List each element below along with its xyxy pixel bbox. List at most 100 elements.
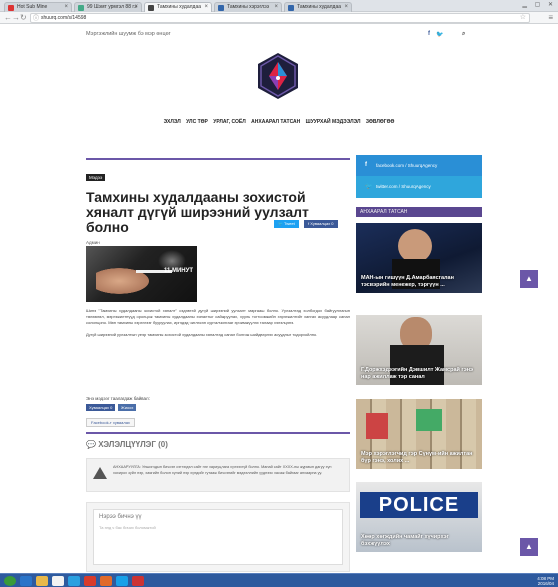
tab-label: Тамхины худалдаа xyxy=(157,4,202,10)
sidebar-card[interactable]: Г.Доржхэдээгийн Дэвшилт Жамсрай гэнэ нар… xyxy=(356,315,482,385)
system-clock[interactable]: 4:08 PM 2016/04 xyxy=(537,576,554,586)
app-icon[interactable] xyxy=(84,576,96,586)
divider xyxy=(86,432,350,434)
sidebar: f facebook.com / ShuurqAgency 🐦 twitter.co… xyxy=(356,155,482,575)
card-title: Мэр хэрэглэгчид гэр Сүнүм-ийн ажилтан бү… xyxy=(361,451,473,464)
app-icon[interactable] xyxy=(132,576,144,586)
nav-breaking[interactable]: ШУУРХАЙ МЭДЭЭЛЭЛ xyxy=(306,119,361,125)
photo-caption: 11 МИНУТ xyxy=(163,268,193,274)
os-taskbar: 4:08 PM 2016/04 xyxy=(0,573,558,587)
tab-favicon-icon xyxy=(8,5,14,11)
tweet-label: Tweet xyxy=(284,221,295,226)
bookmark-star-icon[interactable]: ☆ xyxy=(520,14,526,22)
chrome-icon[interactable] xyxy=(52,576,64,586)
sidebar-card[interactable]: POLICE Хөөр хөгждийн чамайг хүчирхэг бэх… xyxy=(356,482,482,552)
search-icon[interactable]: ⌕ xyxy=(462,31,465,38)
start-icon[interactable] xyxy=(4,576,16,586)
browser-tab-2[interactable]: 99 Шэмт урмгэл 88 гэ × xyxy=(74,2,142,12)
folder-icon[interactable] xyxy=(36,576,48,586)
article-body: Шинэ "Тамхины худалдааны зохистой хяналт… xyxy=(86,308,350,338)
tab-label: 99 Шэмт урмгэл 88 гэ xyxy=(87,4,137,10)
browser-tab-5[interactable]: Тамхины худалдаа × xyxy=(284,2,352,12)
sidebar-card[interactable]: МАН-ын гишүүн Д.Амарбаясгалан тэсвэрийн … xyxy=(356,223,482,293)
close-tab-icon[interactable]: × xyxy=(204,3,208,12)
scroll-top-button[interactable]: ▲ xyxy=(520,538,538,556)
twitter-follow-label: twitter.com / ShuurqAgency xyxy=(376,184,431,189)
browser-tab-strip: Hot Sub Mine × 99 Шэмт урмгэл 88 гэ × Тамх… xyxy=(0,0,558,12)
comments-title-text: ХЭЛЭЛЦҮҮЛЭГ (0) xyxy=(98,440,168,449)
close-tab-icon[interactable]: × xyxy=(344,3,348,12)
screen: { "browser": { "tabs": [ {"label": "Hot … xyxy=(0,0,558,587)
name-placeholder: Нэрээ бичнэ үү xyxy=(99,514,142,520)
divider xyxy=(86,158,350,160)
tab-favicon-icon xyxy=(218,5,224,11)
browser-tab-4[interactable]: Тамхины хэрэглээ × xyxy=(214,2,282,12)
comment-textarea[interactable]: Нэрээ бичнэ үү Та энд ч бас бичих боломж… xyxy=(93,509,343,565)
category-badge[interactable]: Мэдээ xyxy=(86,174,106,181)
tab-label: Hot Sub Mine xyxy=(17,4,48,10)
tab-favicon-icon xyxy=(78,5,84,11)
fb-share-label: Хуваалцах 0 xyxy=(310,221,334,226)
article: Мэдээ Тамхины худалдааны зохистой хяналт… xyxy=(86,158,350,578)
warning-text: АНХААРУУЛГА: Уншигчдын бичсэн сэтгэгдэл … xyxy=(113,465,332,475)
tweet-button[interactable]: 🐦 Tweet xyxy=(274,220,299,228)
sidebar-card[interactable]: Мэр хэрэглэгчид гэр Сүнүм-ийн ажилтан бү… xyxy=(356,399,482,469)
skype-icon[interactable] xyxy=(116,576,128,586)
like-button[interactable]: Жиоох xyxy=(118,404,137,411)
widget-title: АНХААРАЛ ТАТСАН xyxy=(356,207,482,217)
reload-icon[interactable]: ↻ xyxy=(20,13,27,23)
warning-icon xyxy=(93,467,107,479)
share-button[interactable]: Хуваалцах 0 xyxy=(86,404,116,411)
card-photo xyxy=(416,409,442,431)
app-icon[interactable] xyxy=(100,576,112,586)
close-tab-icon[interactable]: × xyxy=(64,3,68,12)
site-topbar: Мэргэжлийн шуумж бэ мэр өнцөг f 🐦 ⌕ xyxy=(86,31,476,41)
nav-home[interactable]: ЭХЛЭЛ xyxy=(164,119,181,125)
nav-featured[interactable]: АНХААРАЛ ТАТСАН xyxy=(251,119,300,125)
nav-culture[interactable]: УРЛАГ, СОЁЛ xyxy=(213,119,246,125)
scroll-up-button[interactable]: ▲ xyxy=(520,270,538,288)
browser-tab-1[interactable]: Hot Sub Mine × xyxy=(4,2,72,12)
browser-menu-icon[interactable]: ≡ xyxy=(548,13,553,23)
card-photo xyxy=(398,229,432,263)
card-title: Г.Доржхэдээгийн Дэвшилт Жамсрай гэнэ нар… xyxy=(361,367,474,380)
address-bar: ← → ↻ ⓘ shuurq.com/s/14598 ☆ ≡ xyxy=(0,12,558,24)
facebook-follow[interactable]: f facebook.com / ShuurqAgency xyxy=(356,155,482,176)
police-sign-graphic: POLICE xyxy=(360,492,478,518)
site-logo[interactable] xyxy=(257,52,299,100)
tab-favicon-icon xyxy=(148,5,154,11)
forward-icon[interactable]: → xyxy=(12,13,20,23)
facebook-icon[interactable]: f xyxy=(428,31,430,37)
article-photo[interactable]: 11 МИНУТ xyxy=(86,246,197,302)
tab-label: Тамхины хэрэглээ xyxy=(227,4,270,10)
tab-label: Тамхины худалдаа xyxy=(297,4,342,10)
site-tagline: Мэргэжлийн шуумж бэ мэр өнцөг xyxy=(86,31,171,37)
article-paragraph: Дүгүй ширээний уулзалтын үеэр тамхины зо… xyxy=(86,332,318,337)
back-icon[interactable]: ← xyxy=(4,13,12,23)
facebook-icon: f xyxy=(365,162,367,168)
ie-icon[interactable] xyxy=(20,576,32,586)
card-title: МАН-ын гишүүн Д.Амарбаясгалан тэсвэрийн … xyxy=(361,275,454,288)
card-title: Хөөр хөгждийн чамайг хүчирхэг бэхжүүлэх xyxy=(361,534,449,547)
tab-favicon-icon xyxy=(288,5,294,11)
window-controls[interactable]: ▁ ▢ ✕ xyxy=(522,1,556,11)
url-text: shuurq.com/s/14598 xyxy=(41,15,87,21)
browser-tab-3[interactable]: Тамхины худалдаа × xyxy=(144,2,212,12)
main-nav: ЭХЛЭЛ УЛС ТӨР УРЛАГ, СОЁЛ АНХААРАЛ ТАТСА… xyxy=(0,119,558,125)
app-icon[interactable] xyxy=(68,576,80,586)
page-info-icon[interactable]: ⓘ xyxy=(33,15,39,23)
comment-form: Нэрээ бичнэ үү Та энд ч бас бичих боломж… xyxy=(86,502,350,572)
nav-advice[interactable]: ЗӨВЛӨГӨӨ xyxy=(366,119,395,125)
facebook-share-link[interactable]: Facebook-т хуваалах xyxy=(86,418,135,427)
twitter-follow[interactable]: 🐦 twitter.com / ShuurqAgency xyxy=(356,176,482,198)
close-tab-icon[interactable]: × xyxy=(134,3,138,12)
comments-title: 💬 ХЭЛЭЛЦҮҮЛЭГ (0) xyxy=(86,440,168,449)
close-tab-icon[interactable]: × xyxy=(274,3,278,12)
nav-politics[interactable]: УЛС ТӨР xyxy=(186,119,208,125)
facebook-share-button[interactable]: f Хуваалцах 0 xyxy=(304,220,338,228)
like-prompt: Энэ мэдээг таалагдаж байвал: xyxy=(86,396,150,401)
url-input[interactable]: ⓘ shuurq.com/s/14598 ☆ xyxy=(30,13,530,23)
twitter-icon[interactable]: 🐦 xyxy=(436,31,443,38)
comment-warning: АНХААРУУЛГА: Уншигчдын бичсэн сэтгэгдэл … xyxy=(86,458,350,492)
article-title: Тамхины худалдааны зохистой хяналт дүгүй… xyxy=(86,189,309,235)
